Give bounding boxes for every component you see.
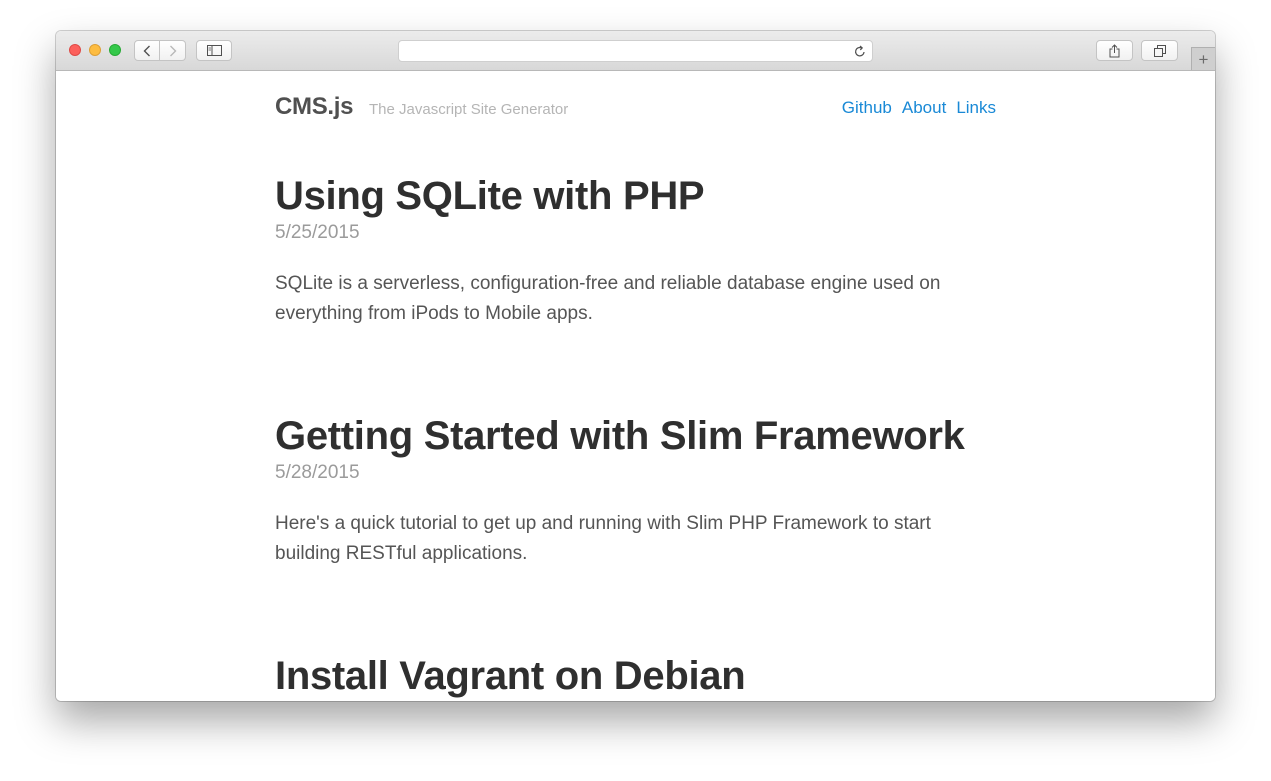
browser-window: + CMS.js The Javascript Site Generator G… [56, 31, 1215, 701]
site-tagline: The Javascript Site Generator [369, 101, 569, 118]
page-content: CMS.js The Javascript Site Generator Git… [56, 71, 1215, 701]
post-item: Using SQLite with PHP 5/25/2015 SQLite i… [275, 172, 1005, 329]
post-item: Install Vagrant on Debian [275, 652, 1005, 700]
sidebar-icon [206, 45, 222, 56]
share-button[interactable] [1096, 40, 1133, 61]
post-date: 5/25/2015 [275, 222, 360, 243]
back-button[interactable] [134, 40, 160, 61]
close-window-button[interactable] [69, 44, 81, 56]
chevron-left-icon [143, 45, 150, 56]
sidebar-toggle-button[interactable] [196, 40, 232, 61]
zoom-window-button[interactable] [109, 44, 121, 56]
post-item: Getting Started with Slim Framework 5/28… [275, 412, 1005, 569]
site-title-link[interactable]: CMS.js [275, 93, 354, 121]
chevron-right-icon [169, 45, 176, 56]
browser-toolbar: + [56, 31, 1215, 71]
site-header: CMS.js The Javascript Site Generator Git… [275, 93, 996, 125]
new-tab-button[interactable]: + [1191, 47, 1215, 70]
post-date: 5/28/2015 [275, 462, 360, 483]
post-title-link[interactable]: Getting Started with Slim Framework [275, 412, 1005, 460]
tabs-overview-button[interactable] [1141, 40, 1178, 61]
plus-icon: + [1198, 49, 1209, 69]
post-excerpt: Here's a quick tutorial to get up and ru… [275, 513, 931, 564]
forward-button[interactable] [160, 40, 186, 61]
site-nav: Github About Links [842, 98, 996, 118]
screen: + CMS.js The Javascript Site Generator G… [0, 0, 1271, 781]
post-excerpt: SQLite is a serverless, configuration-fr… [275, 273, 941, 324]
address-bar[interactable] [398, 40, 873, 62]
nav-link-links[interactable]: Links [956, 98, 996, 118]
post-title-link[interactable]: Install Vagrant on Debian [275, 652, 1005, 700]
post-title-link[interactable]: Using SQLite with PHP [275, 172, 1005, 220]
minimize-window-button[interactable] [89, 44, 101, 56]
share-icon [1109, 43, 1120, 57]
nav-link-github[interactable]: Github [842, 98, 892, 118]
reload-icon[interactable] [854, 45, 866, 58]
tabs-overview-icon [1153, 44, 1166, 57]
nav-link-about[interactable]: About [902, 98, 946, 118]
